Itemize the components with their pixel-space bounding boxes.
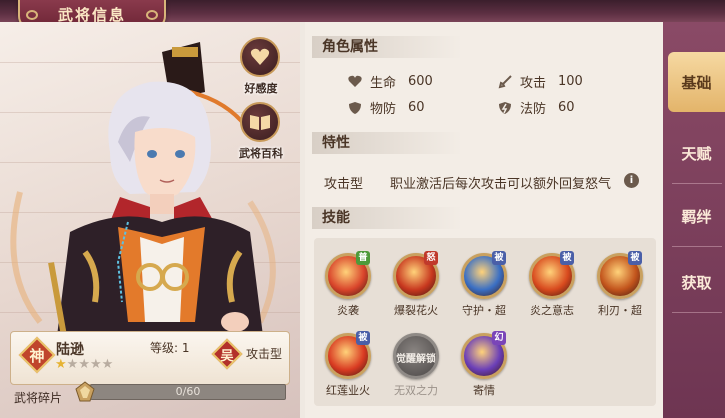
attr-value: 100 bbox=[558, 74, 583, 89]
side-tab[interactable]: 羁绊 bbox=[668, 186, 725, 246]
star-icon: ★ bbox=[55, 357, 67, 372]
attr-physical-defense: 物防 60 bbox=[348, 98, 425, 117]
skill-type-tag: 怒 bbox=[424, 251, 438, 265]
shards-count: 0/60 bbox=[175, 385, 201, 398]
shield-icon bbox=[349, 101, 361, 114]
skill-lock-text: 觉醒解锁 bbox=[396, 354, 436, 365]
skill-slot[interactable]: 被炎之意志 bbox=[522, 251, 582, 318]
skill-slot[interactable]: 幻寄情 bbox=[454, 331, 514, 398]
encyclopedia-button[interactable] bbox=[240, 102, 280, 142]
attributes-heading: 角色属性 bbox=[312, 36, 462, 58]
star-icon: ★ bbox=[66, 357, 79, 372]
skill-type-tag: 被 bbox=[560, 251, 574, 265]
skill-slot[interactable]: 被利刃・超 bbox=[590, 251, 650, 318]
skill-slot[interactable]: 被红莲业火 bbox=[318, 331, 378, 398]
skill-label: 寄情 bbox=[473, 384, 495, 397]
star-icon: ★ bbox=[101, 357, 114, 372]
skill-slot[interactable]: 怒爆裂花火 bbox=[386, 251, 446, 318]
rarity-text: 神 bbox=[29, 346, 45, 365]
star-icon: ★ bbox=[89, 357, 102, 372]
heart-icon bbox=[250, 48, 270, 65]
book-icon bbox=[250, 115, 270, 130]
attr-label: 生命 bbox=[370, 76, 397, 91]
skill-type-tag: 被 bbox=[356, 331, 370, 345]
skill-label: 红莲业火 bbox=[326, 384, 370, 397]
level-label: 等级: bbox=[150, 341, 179, 355]
shards-label: 武将碎片 bbox=[14, 391, 63, 405]
side-tab-divider bbox=[672, 183, 722, 184]
star-icon: ★ bbox=[78, 357, 90, 372]
side-tab[interactable]: 天赋 bbox=[668, 123, 725, 183]
attr-hp: 生命 600 bbox=[348, 72, 433, 91]
level-value: 1 bbox=[181, 341, 190, 355]
skill-type-tag: 幻 bbox=[492, 331, 506, 345]
affinity-button[interactable] bbox=[240, 37, 280, 77]
skill-label: 利刃・超 bbox=[598, 304, 642, 317]
sword-icon bbox=[498, 74, 512, 88]
side-tab-divider bbox=[672, 312, 722, 313]
side-tab-divider bbox=[672, 246, 722, 247]
magic-shield-icon bbox=[499, 101, 511, 114]
skill-label: 爆裂花火 bbox=[394, 304, 438, 317]
affinity-label: 好感度 bbox=[244, 82, 278, 95]
skill-label: 无双之力 bbox=[394, 384, 438, 397]
skill-slot[interactable]: 觉醒解锁 无双之力 bbox=[386, 333, 446, 398]
trait-heading: 特性 bbox=[312, 132, 462, 154]
trait-name: 攻击型 bbox=[324, 177, 364, 192]
attr-magic-defense: 法防 60 bbox=[498, 98, 575, 117]
hero-level: 等级: 1 bbox=[150, 339, 190, 356]
title-ornament-right bbox=[146, 10, 158, 20]
skill-slot[interactable]: 被守护・超 bbox=[454, 251, 514, 318]
encyclopedia-label: 武将百科 bbox=[239, 147, 283, 160]
side-tab[interactable]: 获取 bbox=[668, 252, 725, 312]
skill-type-tag: 普 bbox=[356, 251, 370, 265]
skills-heading: 技能 bbox=[312, 207, 462, 229]
skill-label: 炎之意志 bbox=[530, 304, 574, 317]
skill-icon: 觉醒解锁 bbox=[393, 333, 439, 379]
hero-type: 攻击型 bbox=[246, 347, 283, 361]
heart-icon bbox=[348, 75, 362, 87]
attr-value: 60 bbox=[408, 100, 425, 115]
title-ornament-left bbox=[26, 10, 38, 20]
star-rating: ★★★★★ bbox=[55, 357, 113, 372]
attr-label: 法防 bbox=[520, 102, 547, 117]
attr-label: 攻击 bbox=[520, 76, 547, 91]
side-tab[interactable]: 基础 bbox=[668, 52, 725, 112]
skill-type-tag: 被 bbox=[492, 251, 506, 265]
info-icon[interactable]: i bbox=[624, 173, 639, 188]
skill-type-tag: 被 bbox=[628, 251, 642, 265]
skill-slot[interactable]: 普炎袭 bbox=[318, 251, 378, 318]
trait-description: 职业激活后每次攻击可以额外回复怒气 bbox=[390, 177, 612, 192]
faction-text: 吴 bbox=[220, 348, 234, 364]
attr-attack: 攻击 100 bbox=[498, 72, 583, 91]
attr-value: 600 bbox=[408, 74, 433, 89]
skill-label: 守护・超 bbox=[462, 304, 506, 317]
attr-label: 物防 bbox=[370, 102, 397, 117]
hero-name: 陆逊 bbox=[56, 342, 84, 358]
attr-value: 60 bbox=[558, 100, 575, 115]
skill-label: 炎袭 bbox=[337, 304, 359, 317]
